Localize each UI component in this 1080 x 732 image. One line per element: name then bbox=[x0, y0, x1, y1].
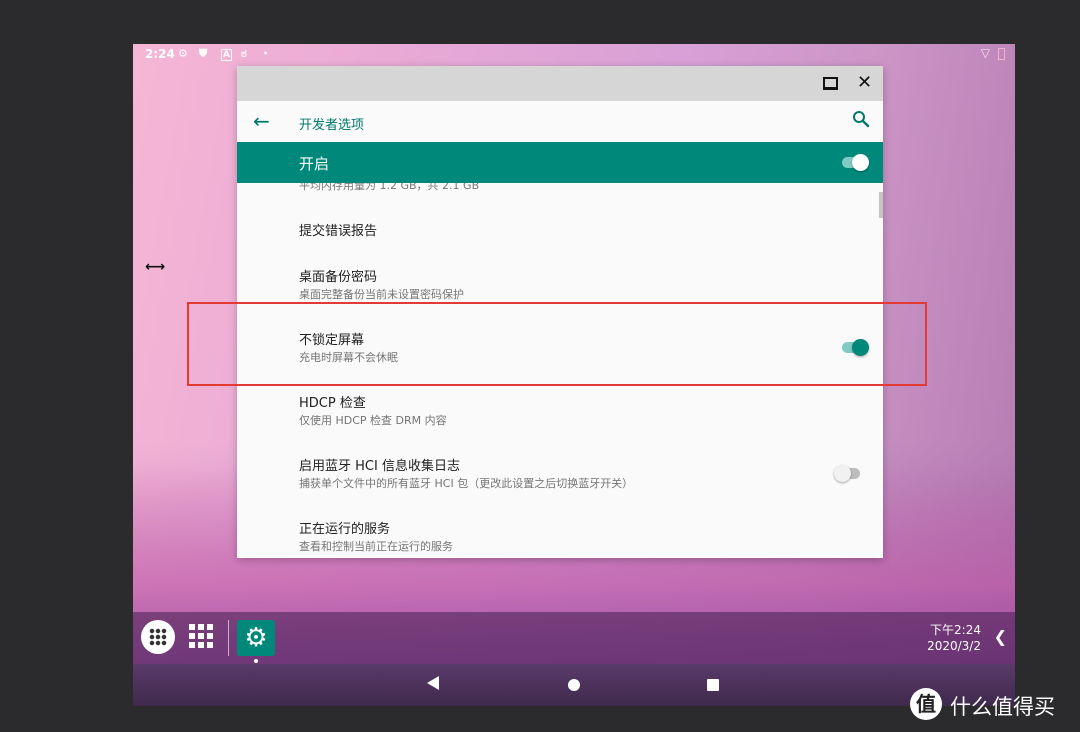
cat-icon: ಠ bbox=[241, 47, 247, 60]
item-title: 提交错误报告 bbox=[299, 224, 378, 239]
item-subtitle: 查看和控制当前正在运行的服务 bbox=[299, 540, 453, 553]
master-switch-bar[interactable]: 开启 bbox=[237, 142, 883, 183]
dot-icon: • bbox=[263, 49, 269, 58]
page-title: 开发者选项 bbox=[299, 118, 365, 133]
close-icon[interactable]: ✕ bbox=[857, 72, 872, 93]
a-icon: A bbox=[221, 49, 232, 61]
search-icon[interactable] bbox=[852, 110, 870, 128]
item-subtitle: 仅使用 HDCP 检查 DRM 内容 bbox=[299, 414, 447, 427]
watermark-text: 什么值得买 bbox=[950, 695, 1055, 719]
back-arrow-icon[interactable]: ← bbox=[253, 109, 270, 133]
nav-home-icon[interactable] bbox=[568, 679, 580, 691]
memory-usage-text: 平均内存用量为 1.2 GB，共 2.1 GB bbox=[299, 183, 480, 192]
item-title: 正在运行的服务 bbox=[299, 522, 391, 537]
settings-list: 平均内存用量为 1.2 GB，共 2.1 GB 提交错误报告 桌面备份密码 桌面… bbox=[237, 183, 883, 558]
list-item-running-services[interactable]: 正在运行的服务 查看和控制当前正在运行的服务 bbox=[237, 497, 883, 557]
master-toggle[interactable] bbox=[840, 151, 869, 173]
device-screen: 2:24 ⚙ ⛊ A ಠ • ▽ ⟷ ✕ ← 开发者选项 开启 平均内存用量为 … bbox=[133, 44, 1015, 706]
nav-back-icon[interactable] bbox=[427, 676, 439, 690]
scrollbar[interactable] bbox=[879, 192, 883, 218]
clock-time: 下午2:24 bbox=[930, 623, 981, 637]
nav-recents-icon[interactable] bbox=[707, 679, 719, 691]
settings-app-icon[interactable]: ⚙ bbox=[237, 620, 275, 656]
master-switch-label: 开启 bbox=[299, 155, 330, 173]
wifi-icon: ▽ bbox=[980, 46, 990, 60]
item-title: 启用蓝牙 HCI 信息收集日志 bbox=[299, 459, 460, 474]
status-time: 2:24 bbox=[145, 47, 175, 61]
navigation-bar bbox=[133, 664, 1015, 706]
item-title: 不锁定屏幕 bbox=[299, 333, 365, 348]
item-title: HDCP 检查 bbox=[299, 396, 366, 411]
running-indicator bbox=[254, 659, 258, 663]
status-bar: 2:24 ⚙ ⛊ A ಠ • ▽ bbox=[133, 44, 1015, 64]
watermark-logo: 值 bbox=[910, 688, 942, 720]
taskbar: ⚙ 下午2:24 2020/3/2 ❮ bbox=[133, 612, 1015, 664]
chevron-left-icon[interactable]: ❮ bbox=[994, 627, 1007, 646]
status-right: ▽ bbox=[981, 46, 1005, 60]
list-item-bt-hci-log[interactable]: 启用蓝牙 HCI 信息收集日志 捕获单个文件中的所有蓝牙 HCI 包（更改此设置… bbox=[237, 434, 883, 494]
stay-awake-toggle[interactable] bbox=[840, 336, 869, 358]
clock-date: 2020/3/2 bbox=[927, 639, 981, 653]
list-item-backup-password[interactable]: 桌面备份密码 桌面完整备份当前未设置密码保护 bbox=[237, 245, 883, 305]
app-bar: ← 开发者选项 bbox=[237, 101, 883, 142]
item-title: 桌面备份密码 bbox=[299, 270, 378, 285]
shield-icon: ⛊ bbox=[199, 47, 208, 60]
list-item-stay-awake[interactable]: 不锁定屏幕 充电时屏幕不会休眠 bbox=[237, 308, 883, 368]
item-subtitle: 桌面完整备份当前未设置密码保护 bbox=[299, 288, 464, 301]
settings-window: ✕ ← 开发者选项 开启 平均内存用量为 1.2 GB，共 2.1 GB 提交错… bbox=[237, 66, 883, 558]
launcher-icon[interactable] bbox=[141, 620, 175, 654]
item-subtitle: 捕获单个文件中的所有蓝牙 HCI 包（更改此设置之后切换蓝牙开关） bbox=[299, 477, 634, 490]
taskbar-clock[interactable]: 下午2:24 2020/3/2 bbox=[927, 622, 981, 654]
battery-icon bbox=[998, 47, 1005, 60]
bt-hci-toggle[interactable] bbox=[834, 462, 862, 484]
resize-cursor-icon: ⟷ bbox=[145, 259, 166, 275]
window-titlebar[interactable]: ✕ bbox=[237, 66, 883, 101]
list-item-hdcp[interactable]: HDCP 检查 仅使用 HDCP 检查 DRM 内容 bbox=[237, 371, 883, 431]
item-subtitle: 充电时屏幕不会休眠 bbox=[299, 351, 398, 364]
taskbar-divider bbox=[228, 620, 229, 656]
gear-icon: ⚙ bbox=[178, 47, 188, 60]
app-grid-icon[interactable] bbox=[189, 624, 213, 648]
maximize-icon[interactable] bbox=[823, 74, 838, 90]
